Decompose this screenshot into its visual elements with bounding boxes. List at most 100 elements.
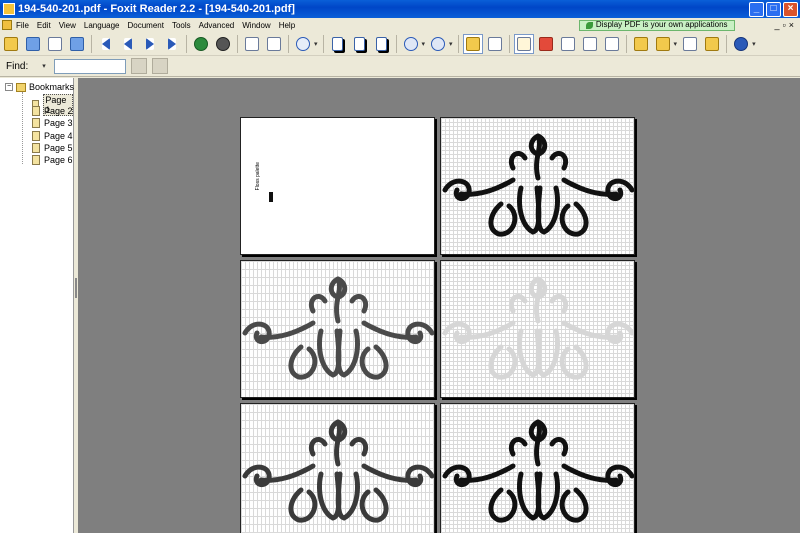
- maximize-button[interactable]: □: [766, 1, 781, 17]
- bookmark-page-6[interactable]: Page 6: [32, 155, 73, 165]
- open-button[interactable]: [1, 34, 21, 54]
- menu-tools[interactable]: Tools: [168, 21, 195, 30]
- ad-banner[interactable]: Display PDF is your own applications: [578, 19, 735, 31]
- zoom-tool-button[interactable]: [293, 34, 313, 54]
- bookmark-page-4[interactable]: Page 4: [32, 131, 73, 141]
- bookmark-icon: [32, 143, 40, 153]
- cross-stitch-motif: [442, 133, 634, 237]
- menu-help[interactable]: Help: [275, 21, 299, 30]
- window-title: 194-540-201.pdf - Foxit Reader 2.2 - [19…: [18, 3, 295, 15]
- bookmark-page-2[interactable]: Page 2: [32, 106, 73, 116]
- hand-tool-button[interactable]: [513, 33, 534, 54]
- text-select-button[interactable]: [536, 34, 556, 54]
- page-2[interactable]: [440, 117, 635, 255]
- info-button[interactable]: [731, 34, 751, 54]
- bookmark-page-5[interactable]: Page 5: [32, 143, 73, 153]
- doc-restore-button[interactable]: ▫: [783, 20, 786, 30]
- document-viewport[interactable]: Floss palette: [78, 78, 800, 533]
- actual-size-button[interactable]: [328, 34, 348, 54]
- find-next-button[interactable]: [151, 58, 168, 74]
- thumbnails-panel-button[interactable]: [485, 34, 505, 54]
- zoom-out-icon: [403, 36, 418, 51]
- page-3[interactable]: [240, 260, 435, 398]
- text-tool-icon: [683, 36, 698, 51]
- menu-edit[interactable]: Edit: [33, 21, 55, 30]
- next-page-icon: [146, 37, 154, 50]
- info-dropdown-arrow[interactable]: ▾: [752, 40, 756, 48]
- go-forward-button[interactable]: [213, 34, 233, 54]
- leaf-icon: [585, 21, 593, 29]
- page-4[interactable]: [440, 260, 635, 398]
- menu-advanced[interactable]: Advanced: [195, 21, 239, 30]
- back-arrow-icon: [194, 36, 208, 51]
- zoom-out-dropdown-arrow[interactable]: ▾: [422, 40, 426, 48]
- previous-page-button[interactable]: [118, 34, 138, 54]
- last-page-button[interactable]: [162, 34, 182, 54]
- close-button[interactable]: ×: [783, 1, 798, 17]
- menu-view[interactable]: View: [55, 21, 80, 30]
- menu-document[interactable]: Document: [123, 21, 167, 30]
- bookmark-icon: [32, 106, 40, 116]
- cross-stitch-motif: [242, 419, 434, 523]
- page-5[interactable]: [240, 403, 435, 533]
- page-1[interactable]: Floss palette: [240, 117, 435, 255]
- toolbar-separator: [457, 34, 459, 53]
- cross-stitch-motif: [442, 419, 634, 523]
- bookmarks-root[interactable]: − Bookmarks: [5, 82, 74, 92]
- document-menu-icon[interactable]: [2, 20, 12, 30]
- palette-label: Floss palette: [255, 162, 261, 191]
- bookmark-page-3[interactable]: Page 3: [32, 118, 73, 128]
- save-icon: [26, 36, 40, 51]
- note-tool-button[interactable]: [702, 34, 722, 54]
- rotate-right-button[interactable]: [264, 34, 284, 54]
- snapshot-button[interactable]: [602, 34, 622, 54]
- first-page-button[interactable]: [96, 34, 116, 54]
- menu-language[interactable]: Language: [80, 21, 124, 30]
- pencil-icon: [633, 36, 648, 51]
- highlight-tool-button[interactable]: [653, 34, 673, 54]
- doc-close-button[interactable]: ×: [789, 20, 794, 30]
- toolbar-separator: [322, 34, 324, 53]
- actual-size-icon: [332, 36, 344, 51]
- rotate-left-button[interactable]: [242, 34, 262, 54]
- menu-window[interactable]: Window: [238, 21, 274, 30]
- last-page-icon: [168, 37, 176, 50]
- fit-page-button[interactable]: [350, 34, 370, 54]
- zoom-in-dropdown-arrow[interactable]: ▾: [449, 40, 453, 48]
- go-back-button[interactable]: [191, 34, 211, 54]
- toolbar-separator: [395, 34, 397, 53]
- text-tool-button[interactable]: [680, 34, 700, 54]
- print-button[interactable]: [45, 34, 65, 54]
- find-button[interactable]: [558, 34, 578, 54]
- find-label: Find:: [6, 60, 29, 72]
- save-button[interactable]: [23, 34, 43, 54]
- splitter-grip[interactable]: [75, 278, 77, 298]
- doc-minimize-button[interactable]: _: [775, 20, 780, 30]
- find-previous-button[interactable]: [130, 58, 147, 74]
- bookmarks-panel-button[interactable]: [462, 33, 483, 54]
- foxit-app-icon[interactable]: [3, 3, 15, 15]
- printer-icon: [48, 36, 62, 51]
- previous-page-icon: [124, 37, 132, 50]
- collapse-icon[interactable]: −: [5, 83, 13, 91]
- next-page-button[interactable]: [140, 34, 160, 54]
- cross-stitch-motif: [442, 276, 634, 380]
- find-options-dropdown[interactable]: ▾: [42, 62, 46, 70]
- zoom-dropdown-arrow[interactable]: ▾: [314, 40, 318, 48]
- tree-connector: [22, 92, 23, 164]
- bookmark-label: Page 4: [44, 131, 73, 141]
- email-button[interactable]: [67, 34, 87, 54]
- edit-tool-button[interactable]: [631, 34, 651, 54]
- minimize-button[interactable]: _: [749, 1, 764, 17]
- page-6[interactable]: [440, 403, 635, 533]
- zoom-in-button[interactable]: [428, 34, 448, 54]
- thumbnails-icon: [487, 36, 502, 51]
- bookmarks-panel: − Bookmarks Page 1 Page 2 Page 3 Page 4 …: [0, 78, 74, 533]
- bookmark-icon: [32, 118, 40, 128]
- zoom-out-button[interactable]: [401, 34, 421, 54]
- highlight-dropdown-arrow[interactable]: ▾: [674, 40, 678, 48]
- menu-file[interactable]: File: [12, 21, 33, 30]
- find-input[interactable]: [53, 58, 126, 74]
- fit-width-button[interactable]: [372, 34, 392, 54]
- typewriter-button[interactable]: [580, 34, 600, 54]
